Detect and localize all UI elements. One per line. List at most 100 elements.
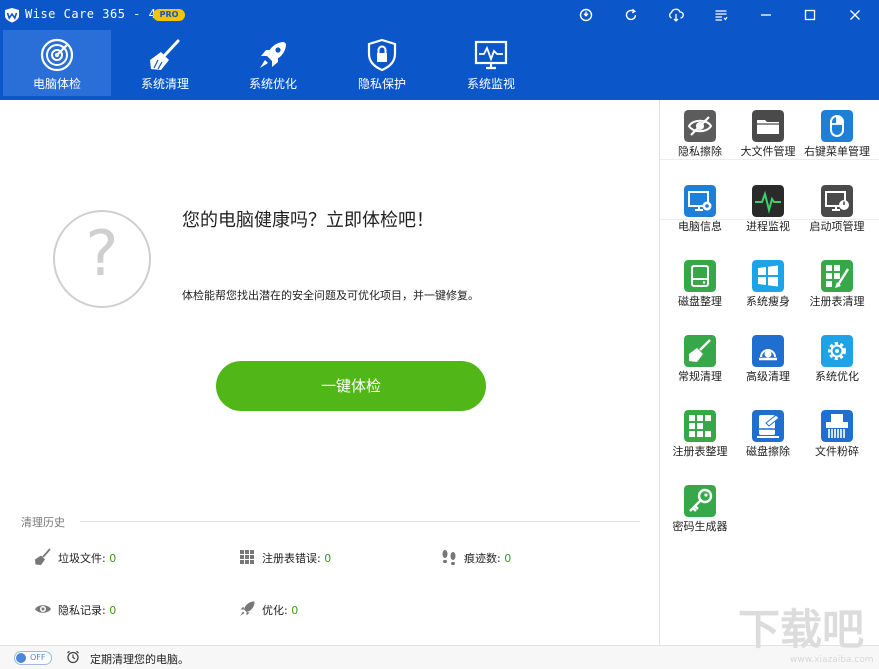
stat-label: 隐私记录 <box>58 604 102 617</box>
tool-startup-manager[interactable]: 启动项管理 <box>803 185 871 255</box>
cloud-button[interactable] <box>664 3 688 27</box>
rocket-icon <box>260 42 286 68</box>
history-title: 清理历史 <box>21 516 65 529</box>
rocket-icon <box>240 601 255 616</box>
tool-privacy-eraser[interactable]: 隐私擦除 <box>666 110 734 180</box>
footprints-icon <box>442 550 456 566</box>
tool-label: 磁盘擦除 <box>746 445 790 458</box>
checkup-panel: ? 您的电脑健康吗？立即体检吧！ 体检能帮您找出潜在的安全问题及可优化项目，并一… <box>0 100 660 645</box>
tab-label: 电脑体检 <box>32 77 81 91</box>
shredder-icon <box>821 410 853 442</box>
tab-privacy-protect[interactable]: 隐私保护 <box>328 30 436 96</box>
toggle-state: OFF <box>30 653 46 662</box>
power-icon <box>821 185 853 217</box>
blocks-icon <box>684 410 716 442</box>
tool-label: 文件粉碎 <box>815 445 859 458</box>
key-icon <box>684 485 716 517</box>
tool-file-shredder[interactable]: 文件粉碎 <box>803 410 871 480</box>
one-click-checkup-button[interactable]: 一键体检 <box>216 361 486 411</box>
close-button[interactable] <box>843 3 867 27</box>
pulse-icon <box>752 185 784 217</box>
tool-process-monitor[interactable]: 进程监视 <box>734 185 802 255</box>
tab-system-clean[interactable]: 系统清理 <box>111 30 219 96</box>
tool-system-slimming[interactable]: 系统瘦身 <box>734 260 802 330</box>
watermark-logo: 下载吧 <box>738 605 864 652</box>
registry-icon <box>821 260 853 292</box>
maximize-icon <box>804 9 816 21</box>
stat-value: 0 <box>324 552 332 565</box>
toggle-knob <box>16 653 26 663</box>
monitor-pulse-icon <box>474 40 508 70</box>
tab-system-monitor[interactable]: 系统监视 <box>437 30 545 96</box>
refresh-icon <box>625 8 637 21</box>
tool-large-file-manager[interactable]: 大文件管理 <box>734 110 802 180</box>
stat-label: 痕迹数 <box>464 552 497 565</box>
tool-label: 进程监视 <box>746 220 790 233</box>
mouse-icon <box>821 110 853 142</box>
tool-disk-eraser[interactable]: 磁盘擦除 <box>734 410 802 480</box>
tab-label: 隐私保护 <box>357 77 406 91</box>
tools-panel: 隐私擦除 大文件管理 右键菜单管理 电脑信息 进程监视 启动项管理 磁盘整理 系… <box>659 100 879 645</box>
page-headline: 您的电脑健康吗？立即体检吧！ <box>182 210 434 231</box>
stat-value: 0 <box>504 552 512 565</box>
close-icon <box>850 10 860 20</box>
vacuum-icon <box>752 335 784 367</box>
maximize-button[interactable] <box>798 3 822 27</box>
tool-context-menu-manager[interactable]: 右键菜单管理 <box>803 110 871 180</box>
tab-pc-checkup[interactable]: 电脑体检 <box>3 30 111 96</box>
stat-value: 0 <box>109 604 117 617</box>
tab-label: 系统优化 <box>248 77 297 91</box>
history-divider <box>80 521 640 522</box>
tool-label: 磁盘整理 <box>678 295 722 308</box>
tool-label: 启动项管理 <box>809 220 865 233</box>
main-nav: 电脑体检 系统清理 系统优化 隐私保护 系统监视 <box>0 30 879 100</box>
tool-label: 系统瘦身 <box>746 295 790 308</box>
eye-icon <box>35 605 51 613</box>
refresh-button[interactable] <box>619 3 643 27</box>
tool-disk-defrag[interactable]: 磁盘整理 <box>666 260 734 330</box>
broom-icon <box>684 335 716 367</box>
eye-off-icon <box>684 110 716 142</box>
tab-label: 系统清理 <box>140 77 189 91</box>
tool-password-generator[interactable]: 密码生成器 <box>666 485 734 555</box>
menu-icon <box>715 10 728 21</box>
minimize-button[interactable] <box>754 3 778 27</box>
tool-label: 电脑信息 <box>678 220 722 233</box>
tool-label: 系统优化 <box>815 370 859 383</box>
tool-label: 右键菜单管理 <box>804 145 870 158</box>
shield-lock-icon <box>367 38 397 72</box>
tool-common-clean[interactable]: 常规清理 <box>666 335 734 405</box>
watermark-text: 下载吧 <box>738 605 864 652</box>
tool-label: 注册表整理 <box>672 445 728 458</box>
page-description: 体检能帮您找出潜在的安全问题及可优化项目，并一键修复。 <box>182 289 479 302</box>
update-icon <box>579 8 593 22</box>
app-logo-icon <box>5 8 19 23</box>
gear-icon <box>821 335 853 367</box>
folder-icon <box>752 110 784 142</box>
watermark-domain: www.xiazaiba.com <box>790 655 874 665</box>
question-mark-icon: ? <box>53 210 151 308</box>
tool-registry-defrag[interactable]: 注册表整理 <box>666 410 734 480</box>
stat-value: 0 <box>291 604 299 617</box>
pro-badge: PRO <box>153 9 185 21</box>
menu-button[interactable] <box>709 3 733 27</box>
stat-value: 0 <box>109 552 117 565</box>
title-bar: Wise Care 365 - 4.26 PRO <box>0 0 879 30</box>
stat-label: 优化 <box>262 604 284 617</box>
update-button[interactable] <box>574 3 598 27</box>
alarm-clock-icon <box>67 650 79 664</box>
stat-label: 垃圾文件 <box>58 552 102 565</box>
disk-erase-icon <box>752 410 784 442</box>
tool-label: 高级清理 <box>746 370 790 383</box>
tab-system-optimize[interactable]: 系统优化 <box>219 30 327 96</box>
tool-registry-cleaner[interactable]: 注册表清理 <box>803 260 871 330</box>
minimize-icon <box>761 14 771 16</box>
tool-label: 常规清理 <box>678 370 722 383</box>
cloud-icon <box>669 8 684 22</box>
tool-label: 密码生成器 <box>672 520 728 533</box>
tool-pc-info[interactable]: 电脑信息 <box>666 185 734 255</box>
tool-advanced-clean[interactable]: 高级清理 <box>734 335 802 405</box>
tool-system-optimize[interactable]: 系统优化 <box>803 335 871 405</box>
schedule-text: 定期清理您的电脑。 <box>90 653 189 666</box>
schedule-toggle[interactable]: OFF <box>14 651 52 665</box>
